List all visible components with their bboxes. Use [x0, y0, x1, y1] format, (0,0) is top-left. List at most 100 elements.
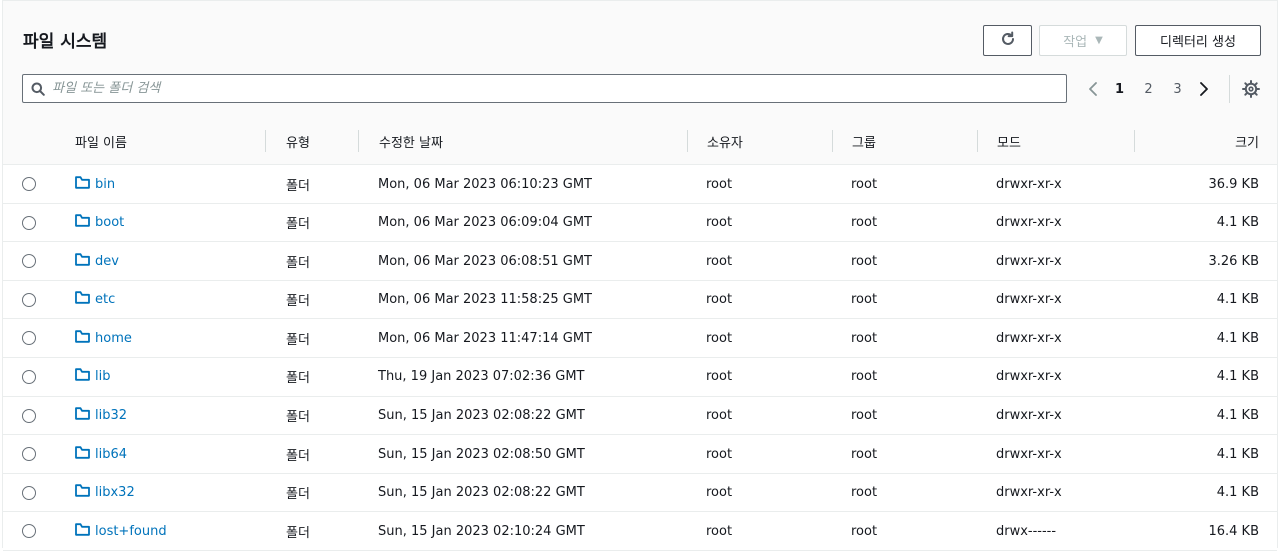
row-select-radio[interactable] [22, 369, 36, 384]
column-header-name[interactable]: 파일 이름 [75, 118, 127, 164]
file-type-cell: 폴더 [286, 178, 310, 194]
group-cell: root [851, 292, 878, 308]
mode-cell: drwxr-xr-x [996, 330, 1062, 346]
row-select-radio[interactable] [22, 485, 36, 500]
gear-icon[interactable] [1241, 79, 1261, 99]
table-row[interactable]: libx32 폴더 Sun, 15 Jan 2023 02:08:22 GMT … [3, 473, 1277, 513]
mode-cell: drwxr-xr-x [996, 446, 1062, 462]
column-header-group[interactable]: 그룹 [852, 118, 876, 164]
file-name-cell: bin [75, 165, 115, 203]
owner-cell: root [706, 215, 733, 231]
folder-icon [75, 291, 90, 308]
modified-date-cell: Mon, 06 Mar 2023 11:47:14 GMT [378, 330, 592, 346]
table-row[interactable]: dev 폴더 Mon, 06 Mar 2023 06:08:51 GMT roo… [3, 242, 1277, 281]
panel-header: 파일 시스템 작업 ▼ 디렉터리 생성 1 2 3 [3, 1, 1277, 118]
actions-label: 작업 [1063, 35, 1088, 50]
row-select-radio[interactable] [22, 215, 36, 230]
group-cell: root [851, 408, 878, 424]
file-name-link[interactable]: lib64 [95, 447, 127, 462]
folder-icon [75, 330, 90, 347]
actions-dropdown-button[interactable]: 작업 ▼ [1039, 25, 1127, 56]
table-row[interactable]: etc 폴더 Mon, 06 Mar 2023 11:58:25 GMT roo… [3, 280, 1277, 320]
size-cell: 36.9 KB [1208, 176, 1259, 192]
mode-cell: drwxr-xr-x [996, 253, 1062, 269]
file-name-link[interactable]: lib32 [95, 408, 127, 423]
file-name-cell: lib32 [75, 397, 127, 435]
file-name-cell: lib [75, 358, 110, 396]
table-row[interactable]: lib64 폴더 Sun, 15 Jan 2023 02:08:50 GMT r… [3, 435, 1277, 474]
mode-cell: drwxr-xr-x [996, 408, 1062, 424]
size-cell: 4.1 KB [1216, 292, 1259, 308]
page-1-button[interactable]: 1 [1105, 82, 1134, 97]
column-header-type[interactable]: 유형 [286, 118, 310, 164]
size-cell: 3.26 KB [1208, 253, 1259, 269]
column-divider [265, 130, 266, 152]
folder-icon [75, 523, 90, 540]
table-row[interactable]: home 폴더 Mon, 06 Mar 2023 11:47:14 GMT ro… [3, 319, 1277, 358]
file-type-cell: 폴더 [286, 255, 310, 271]
row-select-radio[interactable] [22, 524, 36, 539]
mode-cell: drwx------ [996, 523, 1057, 539]
owner-cell: root [706, 485, 733, 501]
group-cell: root [851, 369, 878, 385]
owner-cell: root [706, 408, 733, 424]
create-directory-button[interactable]: 디렉터리 생성 [1135, 25, 1261, 56]
size-cell: 4.1 KB [1216, 408, 1259, 424]
search-input[interactable] [52, 81, 1066, 96]
page-2-button[interactable]: 2 [1134, 82, 1163, 97]
file-type-cell: 폴더 [286, 332, 310, 348]
table-row[interactable]: boot 폴더 Mon, 06 Mar 2023 06:09:04 GMT ro… [3, 203, 1277, 243]
caret-down-icon: ▼ [1095, 35, 1103, 46]
file-name-link[interactable]: bin [95, 177, 115, 192]
group-cell: root [851, 176, 878, 192]
column-header-owner[interactable]: 소유자 [707, 118, 743, 164]
file-name-link[interactable]: lib [95, 369, 110, 384]
file-type-cell: 폴더 [286, 371, 310, 387]
file-name-link[interactable]: etc [95, 292, 115, 307]
table-row[interactable]: lib 폴더 Thu, 19 Jan 2023 07:02:36 GMT roo… [3, 357, 1277, 397]
file-name-link[interactable]: boot [95, 215, 124, 230]
modified-date-cell: Mon, 06 Mar 2023 06:09:04 GMT [378, 215, 592, 231]
modified-date-cell: Thu, 19 Jan 2023 07:02:36 GMT [378, 369, 585, 385]
owner-cell: root [706, 523, 733, 539]
table-row[interactable]: lost+found 폴더 Sun, 15 Jan 2023 02:10:24 … [3, 512, 1277, 551]
file-name-link[interactable]: lost+found [95, 524, 167, 539]
chevron-left-icon[interactable] [1081, 82, 1105, 96]
file-name-cell: boot [75, 204, 124, 242]
table-row[interactable]: bin 폴더 Mon, 06 Mar 2023 06:10:23 GMT roo… [3, 165, 1277, 204]
file-name-cell: lib64 [75, 435, 127, 473]
size-cell: 4.1 KB [1216, 330, 1259, 346]
file-type-cell: 폴더 [286, 448, 310, 464]
file-name-cell: home [75, 319, 132, 357]
folder-icon [75, 484, 90, 501]
row-select-radio[interactable] [22, 177, 36, 191]
group-cell: root [851, 253, 878, 269]
column-header-size[interactable]: 크기 [1235, 118, 1259, 164]
column-header-modified[interactable]: 수정한 날짜 [379, 118, 443, 164]
chevron-right-icon[interactable] [1192, 82, 1216, 96]
row-select-radio[interactable] [22, 254, 36, 269]
group-cell: root [851, 446, 878, 462]
file-type-cell: 폴더 [286, 217, 310, 233]
mode-cell: drwxr-xr-x [996, 292, 1062, 308]
owner-cell: root [706, 446, 733, 462]
group-cell: root [851, 215, 878, 231]
row-select-radio[interactable] [22, 331, 36, 346]
folder-icon [75, 175, 90, 193]
table-row[interactable]: lib32 폴더 Sun, 15 Jan 2023 02:08:22 GMT r… [3, 396, 1277, 436]
refresh-button[interactable] [983, 25, 1032, 56]
modified-date-cell: Mon, 06 Mar 2023 06:10:23 GMT [378, 176, 592, 192]
column-divider [1134, 130, 1135, 152]
size-cell: 4.1 KB [1216, 215, 1259, 231]
row-select-radio[interactable] [22, 408, 36, 423]
column-header-mode[interactable]: 모드 [997, 118, 1021, 164]
file-name-link[interactable]: dev [95, 254, 119, 269]
page-3-button[interactable]: 3 [1163, 82, 1192, 97]
row-select-radio[interactable] [22, 447, 36, 462]
file-name-link[interactable]: libx32 [95, 485, 135, 500]
folder-icon [75, 214, 90, 231]
file-type-cell: 폴더 [286, 294, 310, 310]
mode-cell: drwxr-xr-x [996, 176, 1062, 192]
row-select-radio[interactable] [22, 292, 36, 307]
file-name-link[interactable]: home [95, 331, 132, 346]
